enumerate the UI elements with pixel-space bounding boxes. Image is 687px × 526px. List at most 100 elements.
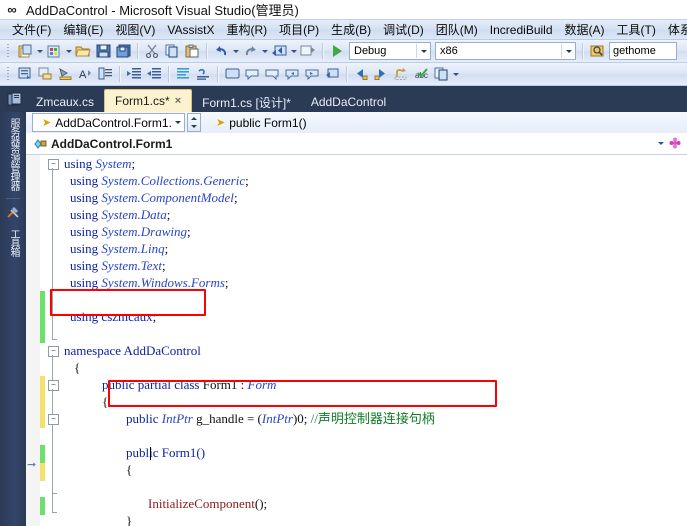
solution-platform-combo[interactable]: x86 bbox=[435, 42, 576, 60]
overflow-chevron-down-icon[interactable] bbox=[451, 65, 460, 84]
comment-icon[interactable] bbox=[95, 65, 115, 84]
member-navigation-combo[interactable]: ➤ public Form1() bbox=[207, 114, 610, 131]
callout-back-icon[interactable] bbox=[282, 65, 302, 84]
copy-icon[interactable] bbox=[162, 42, 182, 61]
sidebar-item-server-explorer[interactable]: 服务器资源管理器 bbox=[6, 112, 20, 196]
indent-decrease-icon[interactable] bbox=[144, 65, 164, 84]
window-icon[interactable] bbox=[222, 65, 242, 84]
toolbar-grip-secondary[interactable] bbox=[5, 66, 12, 82]
letter-a-icon[interactable]: A bbox=[75, 65, 95, 84]
sidebar-item-toolbox[interactable]: 工具箱 bbox=[6, 223, 20, 262]
paste-icon[interactable] bbox=[182, 42, 202, 61]
nav-back-icon[interactable] bbox=[269, 42, 289, 61]
menu-item-project[interactable]: 项目(P) bbox=[273, 20, 325, 39]
menu-item-incredibuild[interactable]: IncrediBuild bbox=[484, 22, 559, 38]
config-chevron-down-icon[interactable] bbox=[416, 44, 430, 58]
scissors-icon[interactable] bbox=[142, 42, 162, 61]
refactor-icon[interactable] bbox=[322, 65, 342, 84]
toolbar-separator bbox=[322, 43, 323, 59]
fold-toggle-usings[interactable]: − bbox=[48, 159, 59, 170]
undo-icon[interactable] bbox=[211, 42, 231, 61]
wrench-hammer-icon[interactable] bbox=[6, 201, 20, 223]
class-icon bbox=[33, 137, 48, 150]
tab-form1-cs-design[interactable]: Form1.cs [设计]* bbox=[192, 92, 301, 112]
fold-guide-usings bbox=[52, 168, 53, 339]
document-tab-strip: Zmcaux.cs Form1.cs* × Form1.cs [设计]* Add… bbox=[0, 86, 687, 112]
code-line-cursor bbox=[60, 478, 687, 495]
classbar-chevron-down-icon[interactable] bbox=[656, 134, 665, 153]
bookmark-icon[interactable] bbox=[55, 65, 75, 84]
text-cursor bbox=[150, 447, 151, 460]
tab-zmcaux-cs[interactable]: Zmcaux.cs bbox=[26, 92, 104, 112]
menu-item-file[interactable]: 文件(F) bbox=[6, 20, 57, 39]
menu-item-architecture[interactable]: 体系结 bbox=[662, 20, 687, 39]
menu-item-build[interactable]: 生成(B) bbox=[325, 20, 377, 39]
snippet-icon[interactable] bbox=[15, 65, 35, 84]
add-item-chevron-down-icon[interactable] bbox=[64, 42, 73, 61]
code-line: public partial class Form1 : Form bbox=[102, 377, 277, 392]
nav-back-chevron-down-icon[interactable] bbox=[289, 42, 298, 61]
callout-fwd-icon[interactable] bbox=[302, 65, 322, 84]
spellcheck-icon[interactable]: abc bbox=[411, 65, 431, 84]
find-in-files-icon[interactable] bbox=[587, 42, 607, 61]
code-line-g-handle: public IntPtr g_handle = (IntPtr)0; //声明… bbox=[126, 411, 435, 426]
fold-toggle-namespace[interactable]: − bbox=[48, 346, 59, 357]
fold-toggle-class[interactable]: − bbox=[48, 380, 59, 391]
surround-icon[interactable] bbox=[35, 65, 55, 84]
save-icon[interactable] bbox=[93, 42, 113, 61]
nav-forward-icon[interactable] bbox=[298, 42, 318, 61]
close-icon[interactable]: × bbox=[175, 95, 181, 107]
callout-left-icon[interactable] bbox=[242, 65, 262, 84]
new-window-icon[interactable] bbox=[431, 65, 451, 84]
menu-item-debug[interactable]: 调试(D) bbox=[377, 20, 430, 39]
tab-adddacontrol[interactable]: AddDaControl bbox=[301, 92, 396, 112]
menu-item-team[interactable]: 团队(M) bbox=[430, 20, 484, 39]
find-input[interactable]: gethome bbox=[609, 42, 677, 60]
format-icon[interactable] bbox=[173, 65, 193, 84]
current-statement-arrow-icon: ➞ bbox=[27, 459, 37, 471]
redo-icon[interactable] bbox=[240, 42, 260, 61]
arrow-left-icon[interactable] bbox=[351, 65, 371, 84]
type-chevron-down-icon[interactable] bbox=[172, 115, 184, 130]
indent-increase-icon[interactable] bbox=[124, 65, 144, 84]
menu-item-vassistx[interactable]: VAssistX bbox=[161, 22, 220, 38]
change-bar-yellow-2 bbox=[40, 463, 45, 481]
documents-icon[interactable] bbox=[4, 86, 26, 112]
code-line: using System.ComponentModel; bbox=[70, 190, 238, 205]
tab-label: Form1.cs* bbox=[115, 94, 170, 108]
new-project-chevron-down-icon[interactable] bbox=[35, 42, 44, 61]
menu-item-data[interactable]: 数据(A) bbox=[559, 20, 611, 39]
platform-chevron-down-icon[interactable] bbox=[561, 44, 575, 58]
type-navigation-combo[interactable]: ➤ AddDaControl.Form1.Forr bbox=[32, 113, 185, 132]
redo-chevron-down-icon[interactable] bbox=[260, 42, 269, 61]
uncomment-icon[interactable] bbox=[193, 65, 213, 84]
save-all-icon[interactable] bbox=[113, 42, 133, 61]
menu-item-tools[interactable]: 工具(T) bbox=[611, 20, 662, 39]
menu-item-edit[interactable]: 编辑(E) bbox=[57, 20, 109, 39]
scroll-spinner[interactable] bbox=[187, 113, 201, 132]
toolbar-separator bbox=[217, 66, 218, 82]
undo-chevron-down-icon[interactable] bbox=[231, 42, 240, 61]
open-folder-icon[interactable] bbox=[73, 42, 93, 61]
toolbar-grip[interactable] bbox=[5, 43, 12, 59]
fold-toggle-ctor[interactable]: − bbox=[48, 414, 59, 425]
infinity-icon: ∞ bbox=[7, 2, 17, 17]
arrow-right-icon[interactable] bbox=[371, 65, 391, 84]
outlining-margin[interactable]: − − − − bbox=[46, 155, 60, 526]
menu-item-view[interactable]: 视图(V) bbox=[109, 20, 161, 39]
play-icon[interactable] bbox=[327, 42, 347, 61]
callout-right-icon[interactable] bbox=[262, 65, 282, 84]
flower-icon[interactable] bbox=[668, 137, 682, 150]
code-line: { bbox=[102, 394, 109, 409]
new-project-icon[interactable] bbox=[15, 42, 35, 61]
visual-studio-window: ∞ AddDaControl - Microsoft Visual Studio… bbox=[0, 0, 687, 526]
code-editor[interactable]: − − − − using System; using System.Colle… bbox=[26, 155, 687, 526]
tab-form1-cs[interactable]: Form1.cs* × bbox=[104, 89, 193, 112]
toolbar-separator bbox=[137, 43, 138, 59]
add-item-icon[interactable] bbox=[44, 42, 64, 61]
code-lines[interactable]: using System; using System.Collections.G… bbox=[60, 155, 687, 526]
solution-configuration-combo[interactable]: Debug bbox=[349, 42, 431, 60]
menu-item-refactor[interactable]: 重构(R) bbox=[220, 20, 273, 39]
undo-nav-icon[interactable] bbox=[391, 65, 411, 84]
code-line: { bbox=[74, 360, 81, 375]
